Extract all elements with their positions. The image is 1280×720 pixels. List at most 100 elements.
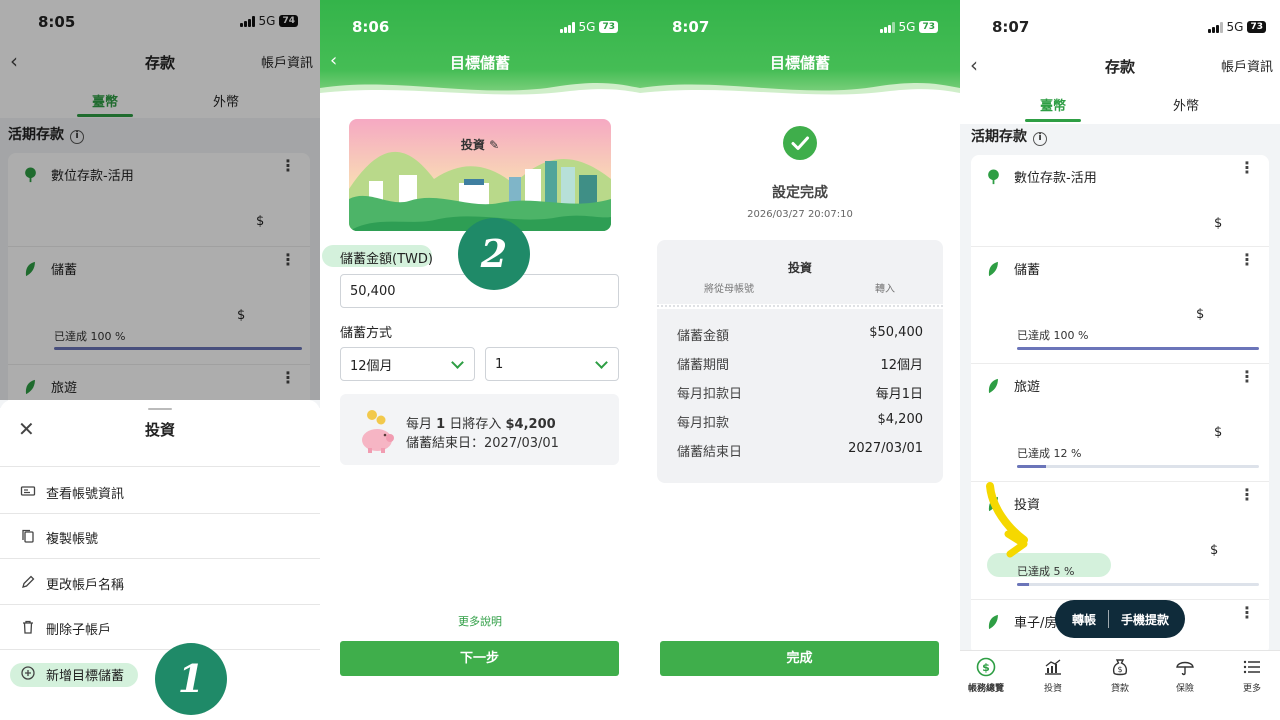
menu-icon [1243, 660, 1260, 674]
detail-key: 儲蓄結束日 [677, 445, 743, 460]
step-marker-1: 1 [155, 643, 227, 715]
account-name: 儲蓄 [1014, 263, 1041, 278]
tab-insurance[interactable]: 保險 [1153, 657, 1217, 694]
detail-value: $50,400 [869, 325, 923, 340]
more-icon[interactable]: ⋮ [1239, 487, 1255, 503]
menu-item-view-account[interactable]: 查看帳號資訊 [0, 469, 320, 514]
tab-label: 投資 [1043, 684, 1062, 694]
menu-item-copy-account[interactable]: 複製帳號 [0, 514, 320, 559]
more-icon[interactable]: ⋮ [1239, 605, 1255, 621]
detail-value: 2027/03/01 [848, 441, 923, 456]
detail-key: 儲蓄期間 [677, 358, 730, 373]
leaf-icon [988, 261, 998, 277]
amount-value: 50,400 [350, 283, 396, 299]
menu-item-label: 新增目標儲蓄 [46, 669, 125, 684]
sheet-handle[interactable] [148, 408, 172, 410]
account-amount: $ [1214, 216, 1223, 231]
account-row[interactable]: 儲蓄 ⋮ $ 已達成 100 % [971, 247, 1269, 364]
cardless-withdraw-button[interactable]: 手機提款 [1121, 611, 1169, 628]
more-icon[interactable]: ⋮ [1239, 160, 1255, 176]
period-select[interactable]: 12個月 [340, 347, 475, 381]
tab-more[interactable]: 更多 [1220, 657, 1280, 694]
status-network-group: 5G 73 [559, 20, 618, 34]
status-bar: 8:07 5G 73 [960, 0, 1280, 44]
tab-label: 帳務總覽 [967, 684, 1004, 694]
menu-item-label: 複製帳號 [46, 532, 99, 547]
dollar-circle-icon: $ [976, 657, 996, 677]
page-title: 目標儲蓄 [449, 54, 510, 72]
step-marker-2: 2 [458, 218, 530, 290]
achieved-label: 已達成 12 % [1017, 447, 1082, 460]
tab-label: 貸款 [1110, 684, 1129, 694]
detail-value: 每月1日 [875, 387, 923, 402]
more-icon[interactable]: ⋮ [1239, 252, 1255, 268]
to-label: 轉入 [875, 284, 895, 295]
panel-goal-setup: ‹ 目標儲蓄 8:06 5G 73 投資 ✎ 儲蓄金額(TWD) 50,400 … [320, 0, 640, 720]
next-button[interactable]: 下一步 [340, 641, 619, 676]
progress-fill [1017, 583, 1030, 586]
battery-icon: 73 [919, 21, 938, 33]
account-row[interactable]: 旅遊 ⋮ $ 已達成 12 % [971, 364, 1269, 482]
account-name: 旅遊 [1014, 380, 1041, 395]
battery-icon: 73 [1247, 21, 1266, 33]
summary-line-1: 每月 1 日將存入 $4,200 [406, 413, 556, 432]
bottom-tab-bar: $ 帳務總覽 投資 $ 貸款 保險 更多 [960, 650, 1280, 720]
signal-icon [1207, 21, 1223, 33]
finish-button[interactable]: 完成 [660, 641, 939, 676]
saving-summary: 每月 1 日將存入 $4,200 儲蓄結束日：2027/03/01 [340, 394, 619, 465]
success-check-icon [783, 126, 817, 160]
signal-icon [879, 21, 895, 33]
status-time: 8:06 [352, 18, 390, 36]
account-transfer-box: 投資 將從母帳號 轉入 [657, 240, 943, 304]
signal-icon [559, 21, 575, 33]
menu-item-delete[interactable]: 刪除子帳戶 [0, 605, 320, 650]
tab-foreign[interactable]: 外幣 [1126, 95, 1246, 114]
detail-value: 12個月 [880, 358, 923, 373]
network-type: 5G [578, 20, 596, 34]
account-list: 數位存款-活用 ⋮ $ 儲蓄 ⋮ $ 已達成 100 % 旅遊 ⋮ $ 已達成 … [971, 155, 1269, 655]
method-label: 儲蓄方式 [340, 326, 393, 341]
account-amount: $ [1196, 307, 1205, 322]
status-time: 8:07 [672, 18, 710, 36]
panel-account-menu: 8:05 5G 74 ‹ 存款 帳戶資訊 臺幣 外幣 活期存款 i 數位存款-活用… [0, 0, 320, 720]
copy-icon [22, 529, 34, 543]
header-wave [320, 82, 640, 100]
progress-bar [1017, 583, 1259, 586]
network-type: 5G [1226, 20, 1244, 34]
card-label-text: 投資 [460, 138, 485, 152]
divider [1108, 610, 1109, 628]
chevron-down-icon [595, 356, 608, 369]
section-title-text: 活期存款 [971, 129, 1027, 145]
done-title: 設定完成 [772, 185, 828, 201]
account-name: 投資 [787, 261, 812, 275]
header-wave [640, 82, 960, 100]
svg-text:$: $ [1117, 665, 1122, 674]
day-select[interactable]: 1 [485, 347, 619, 381]
account-amount: $ [1210, 543, 1219, 558]
pencil-icon[interactable]: ✎ [489, 138, 499, 152]
tab-overview[interactable]: $ 帳務總覽 [960, 657, 1018, 694]
menu-item-rename[interactable]: 更改帳戶名稱 [0, 560, 320, 605]
tab-twd[interactable]: 臺幣 [993, 95, 1113, 114]
account-info-link[interactable]: 帳戶資訊 [1221, 56, 1273, 75]
quick-actions: 轉帳 手機提款 [1055, 600, 1185, 638]
annotation-arrow [986, 482, 1028, 558]
menu-item-label: 刪除子帳戶 [46, 623, 112, 638]
transfer-button[interactable]: 轉帳 [1072, 611, 1096, 628]
modal-backdrop[interactable] [0, 0, 320, 400]
account-row[interactable]: 數位存款-活用 ⋮ $ [971, 155, 1269, 247]
info-icon[interactable]: i [1033, 132, 1047, 146]
more-icon[interactable]: ⋮ [1239, 369, 1255, 385]
summary-amount: $4,200 [505, 417, 556, 432]
account-name: 車子/房 [1014, 616, 1058, 631]
tab-invest[interactable]: 投資 [1021, 657, 1085, 694]
summary-mid: 日將存入 [449, 417, 502, 432]
leaf-icon [988, 614, 998, 630]
section-title: 活期存款 i [971, 126, 1047, 146]
summary-day: 1 [436, 417, 446, 432]
tab-loan[interactable]: $ 貸款 [1088, 657, 1152, 694]
status-network-group: 5G 73 [1207, 20, 1266, 34]
goal-illustration: 投資 ✎ [349, 119, 611, 231]
menu-item-label: 查看帳號資訊 [46, 487, 125, 502]
more-info-link[interactable]: 更多說明 [320, 613, 640, 629]
